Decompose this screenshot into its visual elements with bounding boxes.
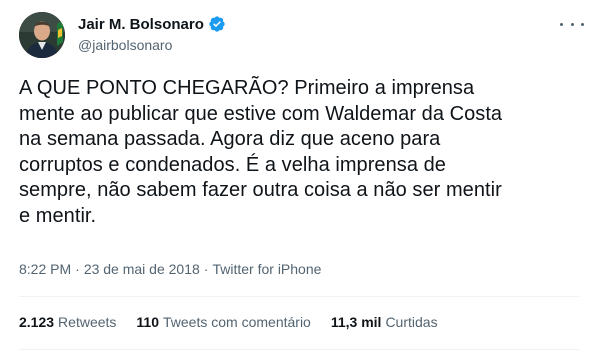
tweet-time[interactable]: 8:22 PM [19, 261, 71, 277]
author-avatar[interactable] [19, 12, 65, 58]
divider [19, 349, 579, 350]
meta-separator: · [75, 261, 80, 277]
author-display-name[interactable]: Jair M. Bolsonaro [78, 16, 204, 33]
avatar-image [19, 12, 65, 58]
quote-tweets-count: 110 [136, 314, 159, 330]
quote-tweets-label: Tweets com comentário [163, 314, 311, 330]
meta-separator: · [203, 261, 209, 277]
more-options-icon[interactable] [560, 16, 584, 32]
divider [19, 296, 579, 297]
verified-badge-icon [208, 15, 226, 33]
likes-label: Curtidas [385, 314, 438, 330]
likes-stat[interactable]: 11,3 mil Curtidas [331, 314, 438, 330]
tweet-date[interactable]: 23 de mai de 2018 [84, 261, 200, 277]
author-handle[interactable]: @jairbolsonaro [78, 37, 172, 53]
quote-tweets-stat[interactable]: 110 Tweets com comentário [136, 314, 310, 330]
tweet-metadata: 8:22 PM · 23 de mai de 2018 · Twitter fo… [19, 261, 321, 277]
likes-count: 11,3 mil [330, 314, 382, 330]
tweet-card: Jair M. Bolsonaro @jairbolsonaro A QUE P… [0, 0, 594, 352]
tweet-source[interactable]: Twitter for iPhone [212, 261, 321, 277]
tweet-text: A QUE PONTO CHEGARÃO? Primeiro a imprens… [19, 77, 503, 227]
retweets-count: 2.123 [19, 314, 55, 330]
author-name-row[interactable]: Jair M. Bolsonaro [78, 13, 226, 35]
retweets-stat[interactable]: 2.123 Retweets [19, 314, 116, 330]
retweets-label: Retweets [58, 314, 117, 330]
tweet-stats: 2.123 Retweets 110 Tweets com comentário… [19, 314, 458, 330]
